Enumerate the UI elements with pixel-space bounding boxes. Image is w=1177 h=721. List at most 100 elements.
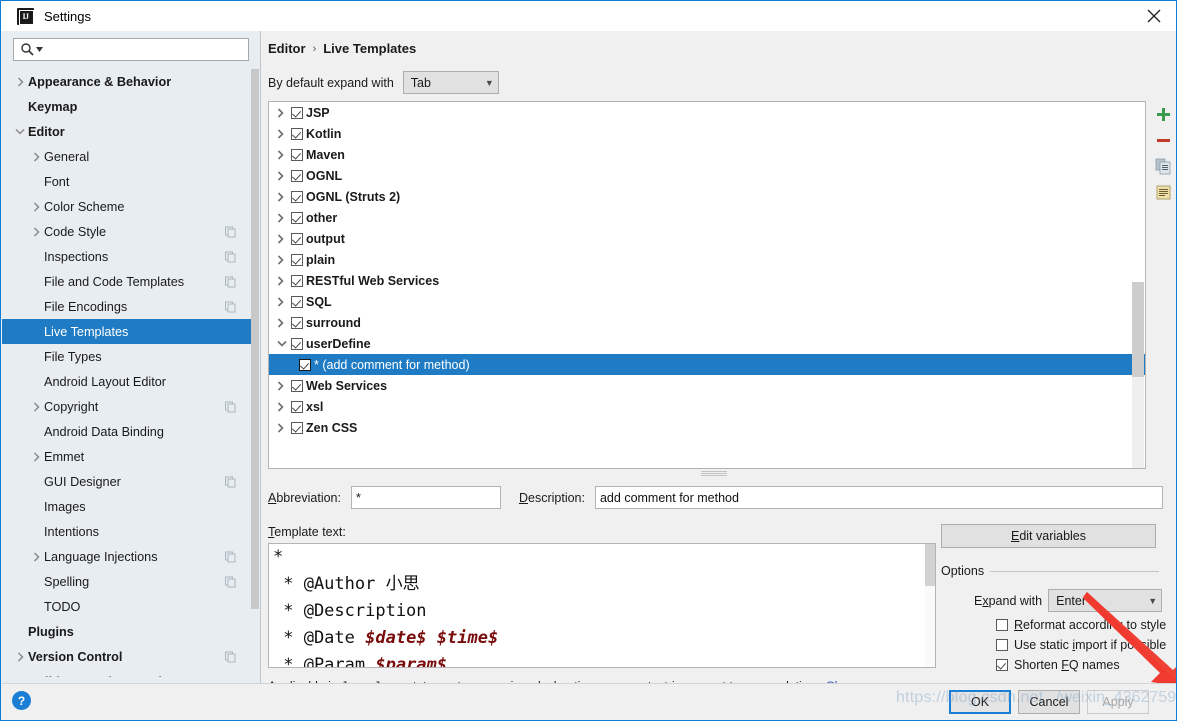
template-checkbox[interactable] <box>291 170 303 182</box>
sidebar-item-live-templates[interactable]: Live Templates <box>2 319 252 344</box>
sidebar-item-editor[interactable]: Editor <box>2 119 252 144</box>
template-checkbox[interactable] <box>291 275 303 287</box>
sidebar-item-emmet[interactable]: Emmet <box>2 444 252 469</box>
template-checkbox[interactable] <box>291 422 303 434</box>
template-row[interactable]: xsl <box>269 396 1145 417</box>
expander-icon[interactable] <box>12 652 28 662</box>
expander-icon[interactable] <box>277 192 291 202</box>
cancel-button[interactable]: Cancel <box>1018 690 1080 714</box>
default-expand-select[interactable]: Tab ▼ <box>403 71 499 94</box>
expander-icon[interactable] <box>277 318 291 328</box>
expander-icon[interactable] <box>28 552 44 562</box>
resize-grip[interactable] <box>701 471 727 476</box>
template-checkbox[interactable] <box>291 338 303 350</box>
expander-icon[interactable] <box>28 227 44 237</box>
search-input[interactable] <box>46 40 241 60</box>
template-row[interactable]: JSP <box>269 102 1145 123</box>
template-checkbox[interactable] <box>291 296 303 308</box>
shorten-fq-checkbox[interactable]: Shorten FQ names <box>996 658 1120 672</box>
expander-icon[interactable] <box>277 297 291 307</box>
expander-icon[interactable] <box>28 202 44 212</box>
add-template-button[interactable] <box>1151 101 1175 127</box>
expander-icon[interactable] <box>12 77 28 87</box>
abbreviation-input[interactable] <box>351 486 501 509</box>
template-checkbox[interactable] <box>291 401 303 413</box>
sidebar-item-file-encodings[interactable]: File Encodings <box>2 294 252 319</box>
static-import-checkbox[interactable]: Use static import if possible <box>996 638 1166 652</box>
expander-icon[interactable] <box>277 213 291 223</box>
expander-icon[interactable] <box>28 402 44 412</box>
template-list-scrollbar-thumb[interactable] <box>1132 282 1144 377</box>
sidebar-item-android-layout-editor[interactable]: Android Layout Editor <box>2 369 252 394</box>
sidebar-item-keymap[interactable]: Keymap <box>2 94 252 119</box>
template-checkbox[interactable] <box>291 149 303 161</box>
sidebar-item-gui-designer[interactable]: GUI Designer <box>2 469 252 494</box>
template-row[interactable]: Web Services <box>269 375 1145 396</box>
expander-icon[interactable] <box>277 234 291 244</box>
sidebar-item-build-execution-deployment[interactable]: Build, Execution, Deployment <box>2 669 252 677</box>
sidebar-item-android-data-binding[interactable]: Android Data Binding <box>2 419 252 444</box>
sidebar-item-version-control[interactable]: Version Control <box>2 644 252 669</box>
expander-icon[interactable] <box>28 452 44 462</box>
sidebar-item-file-types[interactable]: File Types <box>2 344 252 369</box>
sidebar-item-images[interactable]: Images <box>2 494 252 519</box>
breadcrumb-root[interactable]: Editor <box>268 41 306 56</box>
template-row[interactable]: Zen CSS <box>269 417 1145 438</box>
sidebar-item-general[interactable]: General <box>2 144 252 169</box>
expand-with-select[interactable]: Enter ▼ <box>1048 589 1162 612</box>
template-checkbox[interactable] <box>291 128 303 140</box>
search-box[interactable] <box>13 38 249 61</box>
editor-scrollbar-thumb[interactable] <box>925 544 935 586</box>
editor-scrollbar[interactable] <box>925 544 935 667</box>
sidebar-scrollbar-thumb[interactable] <box>251 69 259 609</box>
remove-template-button[interactable] <box>1151 127 1175 153</box>
sidebar-item-font[interactable]: Font <box>2 169 252 194</box>
sidebar-item-inspections[interactable]: Inspections <box>2 244 252 269</box>
template-checkbox[interactable] <box>291 191 303 203</box>
expander-icon[interactable] <box>277 402 291 412</box>
expander-icon[interactable] <box>277 276 291 286</box>
sidebar-item-spelling[interactable]: Spelling <box>2 569 252 594</box>
sidebar-item-appearance-behavior[interactable]: Appearance & Behavior <box>2 69 252 94</box>
sidebar-item-copyright[interactable]: Copyright <box>2 394 252 419</box>
template-row[interactable]: userDefine <box>269 333 1145 354</box>
template-group-list[interactable]: JSPKotlinMavenOGNLOGNL (Struts 2)otherou… <box>268 101 1146 469</box>
template-row[interactable]: other <box>269 207 1145 228</box>
template-row[interactable]: * (add comment for method) <box>269 354 1145 375</box>
template-checkbox[interactable] <box>291 317 303 329</box>
expander-icon[interactable] <box>277 150 291 160</box>
expander-icon[interactable] <box>12 677 28 678</box>
template-list-scrollbar[interactable] <box>1132 282 1144 468</box>
expander-icon[interactable] <box>277 423 291 433</box>
template-row[interactable]: surround <box>269 312 1145 333</box>
template-row[interactable]: RESTful Web Services <box>269 270 1145 291</box>
template-row[interactable]: Maven <box>269 144 1145 165</box>
sidebar-item-color-scheme[interactable]: Color Scheme <box>2 194 252 219</box>
close-icon[interactable] <box>1132 1 1176 31</box>
sidebar-item-todo[interactable]: TODO <box>2 594 252 619</box>
description-input[interactable] <box>595 486 1163 509</box>
template-row[interactable]: OGNL (Struts 2) <box>269 186 1145 207</box>
expander-icon[interactable] <box>277 129 291 139</box>
template-checkbox[interactable] <box>291 212 303 224</box>
expander-icon[interactable] <box>277 171 291 181</box>
edit-variables-button[interactable]: Edit variables <box>941 524 1156 548</box>
sidebar-item-file-and-code-templates[interactable]: File and Code Templates <box>2 269 252 294</box>
apply-button[interactable]: Apply <box>1087 690 1149 714</box>
ok-button[interactable]: OK <box>949 690 1011 714</box>
template-row[interactable]: OGNL <box>269 165 1145 186</box>
template-checkbox[interactable] <box>291 107 303 119</box>
sidebar-item-plugins[interactable]: Plugins <box>2 619 252 644</box>
expander-icon[interactable] <box>277 108 291 118</box>
reformat-checkbox[interactable]: Reformat according to style <box>996 618 1166 632</box>
expander-icon[interactable] <box>277 381 291 391</box>
expander-icon[interactable] <box>12 128 28 135</box>
sidebar-item-language-injections[interactable]: Language Injections <box>2 544 252 569</box>
template-row[interactable]: Kotlin <box>269 123 1145 144</box>
template-row[interactable]: output <box>269 228 1145 249</box>
template-checkbox[interactable] <box>291 233 303 245</box>
template-row[interactable]: SQL <box>269 291 1145 312</box>
paste-template-button[interactable] <box>1151 179 1175 205</box>
help-button[interactable]: ? <box>12 691 31 710</box>
sidebar-item-code-style[interactable]: Code Style <box>2 219 252 244</box>
